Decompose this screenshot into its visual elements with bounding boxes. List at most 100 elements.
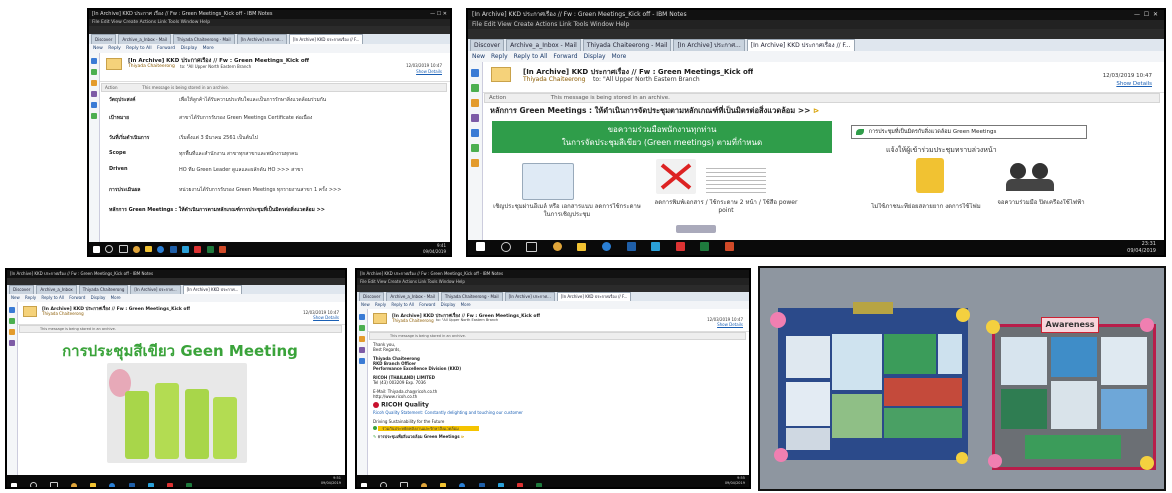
window-titlebar[interactable]: [In Archive] KKD ประกาศเรื่อง // Fw : Gr… — [7, 270, 345, 278]
pdf-icon[interactable] — [675, 242, 685, 251]
display-button[interactable]: Display — [91, 294, 106, 302]
window-titlebar[interactable]: [In Archive] KKD ประกาศเรื่อง // Fw : Gr… — [468, 10, 1164, 20]
tab-archive-kkd[interactable]: [In Archive] KKD ประกาศเรื่อง // F... — [556, 292, 632, 301]
tab-mail[interactable]: Thiyada Chaiteerong - Mail — [172, 34, 235, 44]
explorer-icon[interactable] — [145, 246, 153, 252]
new-button[interactable]: New — [361, 301, 370, 309]
tab-mail[interactable]: Thiyada Chaiteerong - Mail — [440, 292, 503, 301]
excel-icon[interactable] — [185, 482, 192, 487]
rail-icon[interactable] — [91, 80, 97, 86]
chrome-icon[interactable] — [132, 245, 140, 253]
display-button[interactable]: Display — [181, 44, 198, 53]
pdf-icon[interactable] — [166, 482, 173, 487]
rail-icon[interactable] — [471, 129, 479, 137]
tab-archive-inbox[interactable]: Archive_a_Inbox — [36, 285, 77, 294]
rail-icon[interactable] — [9, 340, 15, 346]
display-button[interactable]: Display — [441, 301, 456, 309]
tab-archive-inbox[interactable]: Archive_a_Inbox - Mail — [386, 292, 439, 301]
tab-discover[interactable]: Discover — [470, 39, 505, 51]
taskview-icon[interactable] — [400, 482, 409, 487]
reply-all-button[interactable]: Reply to All — [126, 44, 151, 53]
chrome-icon[interactable] — [552, 242, 562, 251]
menu-bar[interactable]: File Edit View Create Actions Link Tools… — [357, 278, 749, 285]
reply-button[interactable]: Reply — [108, 44, 120, 53]
menu-bar[interactable]: File Edit View Create Actions Link Tools… — [89, 19, 450, 26]
green-link-text[interactable]: การประชุมเพื่อสิ่งแวดล้อม Green Meetings — [378, 434, 460, 439]
tab-archive-kkd[interactable]: [In Archive] KKD ประกาศ... — [182, 285, 243, 294]
tab-mail[interactable]: Thiyada Chaiteerong — [78, 285, 129, 294]
rail-icon[interactable] — [359, 314, 365, 320]
reply-all-button[interactable]: Reply to All — [514, 51, 548, 62]
search-icon[interactable] — [500, 241, 511, 252]
system-tray[interactable]: 23:31 09/04/2019 — [1127, 241, 1156, 255]
green-meetings-link[interactable]: ✎ การประชุมเพื่อสิ่งแวดล้อม Green Meetin… — [373, 434, 743, 439]
reply-button[interactable]: Reply — [25, 294, 36, 302]
rail-icon[interactable] — [91, 58, 97, 64]
show-details-link[interactable]: Show Details — [717, 322, 743, 327]
tab-archive-1[interactable]: [In Archive] ประกาศ... — [673, 39, 745, 51]
edge-icon[interactable] — [109, 482, 116, 487]
chrome-icon[interactable] — [71, 482, 78, 487]
system-tray[interactable]: 9:51 09/04/2019 — [321, 476, 341, 486]
excel-icon[interactable] — [700, 242, 710, 251]
more-button[interactable]: More — [203, 44, 214, 53]
tab-discover[interactable]: Discover — [91, 34, 117, 44]
rail-icon[interactable] — [91, 102, 97, 108]
pdf-icon[interactable] — [516, 482, 523, 487]
quick-toolbar[interactable] — [89, 26, 450, 34]
tab-discover[interactable]: Discover — [359, 292, 385, 301]
rail-icon[interactable] — [471, 144, 479, 152]
search-icon[interactable] — [105, 245, 114, 253]
excel-icon[interactable] — [535, 482, 542, 487]
ppt-icon[interactable] — [724, 242, 734, 251]
edge-icon[interactable] — [157, 245, 165, 253]
window-titlebar[interactable]: [In Archive] KKD ประกาศ เรื่อง // Fw : G… — [89, 10, 450, 19]
forward-button[interactable]: Forward — [419, 301, 435, 309]
app-icon[interactable] — [497, 482, 504, 487]
window-titlebar[interactable]: [In Archive] KKD ประกาศเรื่อง // Fw : Gr… — [357, 270, 749, 278]
rail-icon[interactable] — [91, 113, 97, 119]
forward-button[interactable]: Forward — [157, 44, 175, 53]
taskbar[interactable]: 9:41 09/04/2019 — [89, 242, 450, 255]
taskbar[interactable]: 9:55 09/04/2019 — [357, 475, 749, 487]
new-button[interactable]: New — [11, 294, 20, 302]
rail-icon[interactable] — [359, 325, 365, 331]
quick-toolbar[interactable] — [468, 29, 1164, 39]
message-sender[interactable]: Thiyada Chaiteerong — [42, 311, 84, 316]
taskbar[interactable]: 9:51 09/04/2019 — [7, 475, 345, 487]
more-button[interactable]: More — [612, 51, 627, 62]
rail-icon[interactable] — [471, 84, 479, 92]
forward-button[interactable]: Forward — [553, 51, 577, 62]
quick-toolbar[interactable] — [7, 278, 345, 285]
tab-archive-inbox[interactable]: Archive_a_Inbox - Mail — [118, 34, 171, 44]
app-icon[interactable] — [181, 245, 189, 253]
display-button[interactable]: Display — [583, 51, 605, 62]
explorer-icon[interactable] — [440, 483, 447, 487]
rail-icon[interactable] — [471, 114, 479, 122]
more-button[interactable]: More — [111, 294, 121, 302]
system-tray[interactable]: 9:55 09/04/2019 — [725, 476, 745, 486]
search-icon[interactable] — [380, 482, 388, 487]
rail-icon[interactable] — [9, 329, 15, 335]
notes-icon[interactable] — [478, 482, 485, 487]
excel-icon[interactable] — [206, 245, 214, 253]
show-details-link[interactable]: Show Details — [416, 69, 442, 74]
new-button[interactable]: New — [93, 44, 103, 53]
taskview-icon[interactable] — [526, 241, 538, 252]
forward-button[interactable]: Forward — [69, 294, 85, 302]
tab-discover[interactable]: Discover — [9, 285, 35, 294]
menu-items[interactable]: File Edit View Create Actions Link Tools… — [92, 20, 210, 25]
arrow-right-icon[interactable]: ⊳ — [813, 106, 819, 115]
tab-archive-1[interactable]: [In Archive] ประกาศ... — [504, 292, 555, 301]
rail-icon[interactable] — [359, 336, 365, 342]
taskview-icon[interactable] — [118, 245, 128, 253]
tab-archive-inbox[interactable]: Archive_a_Inbox - Mail — [506, 39, 581, 51]
message-sender[interactable]: Thiyada Chaiteerong — [128, 64, 175, 69]
rail-icon[interactable] — [9, 307, 15, 313]
tab-archive-1[interactable]: [In Archive] ประกาศ... — [236, 34, 287, 44]
rail-icon[interactable] — [91, 69, 97, 75]
windows-start-icon[interactable] — [11, 482, 17, 487]
tab-archive-1[interactable]: [In Archive] ประกาศ... — [130, 285, 181, 294]
menu-items[interactable]: File Edit View Create Actions Link Tools… — [360, 279, 465, 284]
windows-start-icon[interactable] — [361, 482, 367, 487]
